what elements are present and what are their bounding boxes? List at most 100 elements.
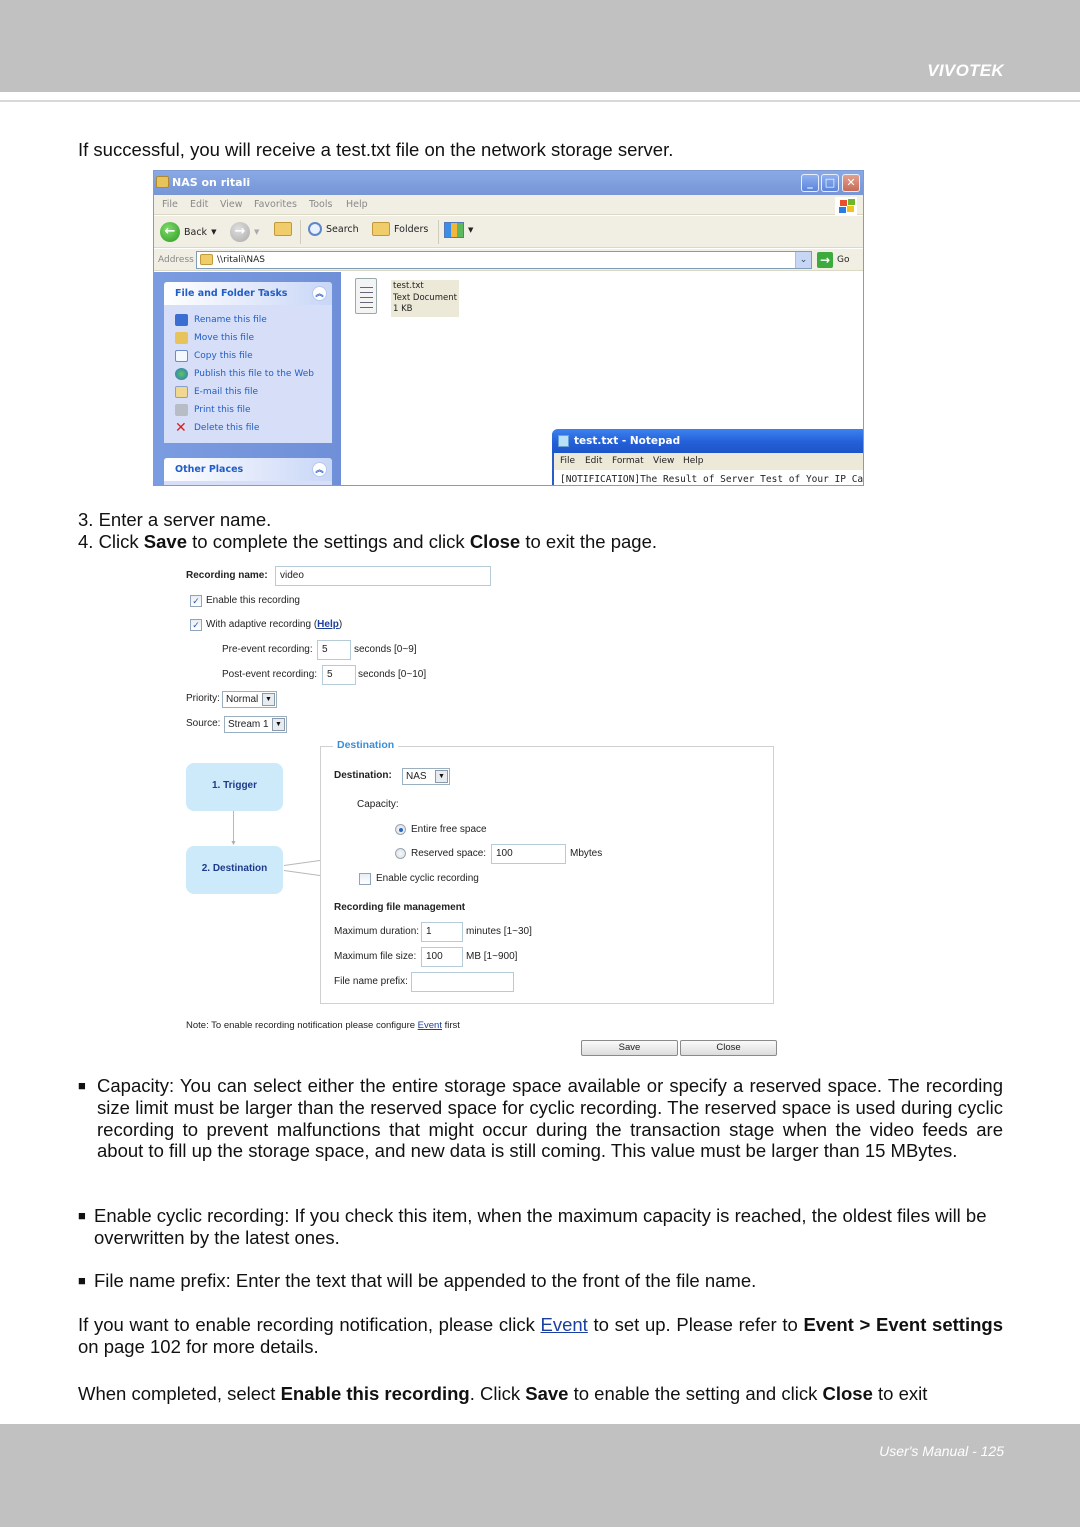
task-rename[interactable]: Rename this file [175,311,332,329]
event-link[interactable]: Event [541,1314,588,1335]
file-folder-tasks-header[interactable]: File and Folder Tasks ︽ [164,282,332,305]
flow-connector [283,859,321,866]
other-places-header[interactable]: Other Places ︽ [164,458,332,481]
back-button[interactable]: ← Back ▼ [160,222,216,242]
note-event-link[interactable]: Event [418,1020,442,1031]
up-folder-button[interactable] [274,222,292,236]
collapse-chevron-icon[interactable]: ︽ [312,462,327,477]
minimize-button[interactable]: _ [801,174,819,192]
max-size-input[interactable]: 100 [421,947,463,967]
flow-step-destination[interactable]: 2. Destination [186,846,283,894]
folders-button[interactable]: Folders [372,222,428,236]
reserved-space-input[interactable]: 100 [491,844,566,864]
notepad-titlebar: test.txt - Notepad _ □ ✕ [552,429,863,453]
notepad-content[interactable]: [NOTIFICATION]The Result of Server Test … [560,474,863,485]
task-email[interactable]: E-mail this file [175,383,332,401]
maximize-button[interactable]: □ [821,174,839,192]
header-divider [0,100,1080,102]
np-menu-help[interactable]: Help [683,456,704,466]
notification-paragraph: If you want to enable recording notifica… [78,1314,1003,1357]
file-size: 1 KB [393,304,413,314]
task-copy[interactable]: Copy this file [175,347,332,365]
completed-paragraph: When completed, select Enable this recor… [78,1383,928,1404]
pre-event-input[interactable]: 5 [317,640,351,660]
destination-label: Destination: [334,770,392,781]
other-places-panel: Other Places ︽ [164,458,332,485]
bullet-square-icon: ■ [78,1208,86,1223]
np-menu-file[interactable]: File [560,456,575,466]
delete-icon: ✕ [175,420,187,436]
collapse-chevron-icon[interactable]: ︽ [312,286,327,301]
help-link[interactable]: Help [317,619,339,630]
task-print[interactable]: Print this file [175,401,332,419]
task-delete[interactable]: ✕ Delete this file [175,419,332,437]
file-type: Text Document [393,292,457,303]
text-file-icon[interactable] [355,278,377,314]
menu-tools[interactable]: Tools [309,199,332,210]
recording-name-input[interactable]: video [275,566,491,586]
enable-recording-checkbox[interactable]: ✓ [190,595,202,607]
chevron-down-icon: ▼ [435,770,448,783]
pre-event-label: Pre-event recording: [222,644,313,655]
max-duration-label: Maximum duration: [334,926,420,937]
back-dropdown-icon: ▼ [211,228,217,236]
max-duration-input[interactable]: 1 [421,922,463,942]
page-footer: User's Manual - 125 [0,1424,1080,1527]
task-list: Rename this file Move this file Copy thi… [164,305,332,443]
max-size-label: Maximum file size: [334,951,417,962]
destination-legend: Destination [333,739,399,751]
np-menu-view[interactable]: View [653,456,674,466]
recording-name-label: Recording name: [186,570,268,581]
views-button[interactable]: ▼ [444,222,473,238]
np-menu-format[interactable]: Format [612,456,644,466]
notepad-window: test.txt - Notepad _ □ ✕ File Edit Forma… [552,429,863,485]
close-button[interactable]: ✕ [842,174,860,192]
save-button[interactable]: Save [581,1040,678,1056]
search-icon [308,222,322,236]
recording-settings-form: Recording name: video ✓ Enable this reco… [180,560,790,1060]
step-4: 4. Click Save to complete the settings a… [78,531,657,552]
close-button[interactable]: Close [680,1040,777,1056]
menu-favorites[interactable]: Favorites [254,199,297,210]
post-event-input[interactable]: 5 [322,665,356,685]
flow-connector [283,870,321,877]
prefix-input[interactable] [411,972,514,992]
file-management-title: Recording file management [334,902,466,913]
source-label: Source: [186,718,221,729]
cyclic-recording-checkbox[interactable] [359,873,371,885]
reserved-space-unit: Mbytes [570,848,603,859]
entire-free-space-radio[interactable] [395,824,406,835]
menu-edit[interactable]: Edit [190,199,208,210]
menu-view[interactable]: View [220,199,243,210]
file-item-test-txt[interactable]: test.txt Text Document 1 KB [391,280,459,317]
forward-button[interactable]: → ▼ [230,222,259,242]
windows-logo-icon [835,197,857,215]
toolbar-separator [438,220,439,244]
destination-select[interactable]: NAS ▼ [402,768,450,785]
go-button[interactable]: → Go [817,252,849,268]
explorer-toolbar: ← Back ▼ → ▼ Search Folders ▼ [154,216,863,248]
adaptive-recording-checkbox[interactable]: ✓ [190,619,202,631]
step-3: 3. Enter a server name. [78,509,272,530]
source-select[interactable]: Stream 1 ▼ [224,716,287,733]
copy-icon [175,350,188,362]
flow-step-trigger[interactable]: 1. Trigger [186,763,283,811]
reserved-space-radio[interactable] [395,848,406,859]
file-name: test.txt [393,281,424,291]
reserved-space-label: Reserved space: [411,848,487,859]
email-icon [175,386,188,398]
notepad-menubar: File Edit Format View Help [554,453,863,470]
priority-select[interactable]: Normal ▼ [222,691,277,708]
np-menu-edit[interactable]: Edit [585,456,602,466]
globe-icon [175,368,188,380]
forward-dropdown-icon: ▼ [254,228,260,236]
task-move[interactable]: Move this file [175,329,332,347]
task-publish[interactable]: Publish this file to the Web [175,365,332,383]
menu-help[interactable]: Help [346,199,368,210]
explorer-title: NAS on ritali [172,176,251,189]
brand-logo: VIVOTEK [927,61,1004,80]
search-button[interactable]: Search [308,222,359,236]
address-dropdown-icon[interactable]: ⌄ [795,252,811,268]
menu-file[interactable]: File [162,199,178,210]
address-input[interactable]: \\ritali\NAS ⌄ [196,251,812,269]
